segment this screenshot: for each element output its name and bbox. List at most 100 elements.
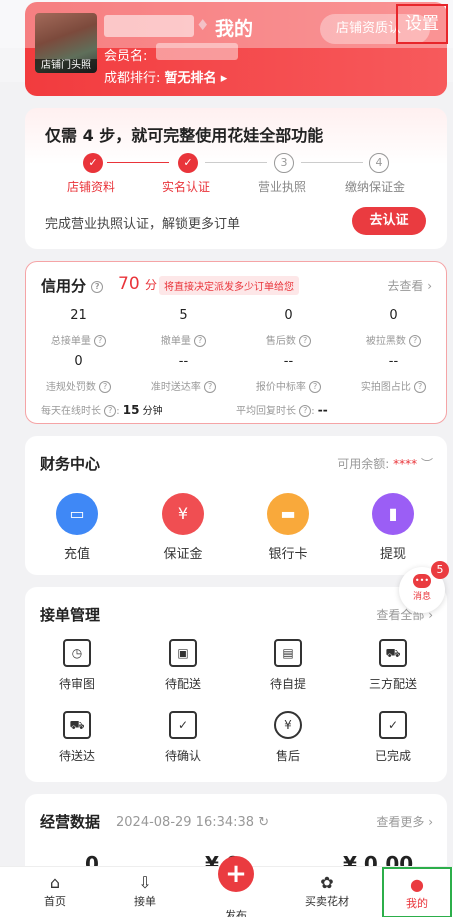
box-icon: ▣ (169, 639, 197, 667)
order-aftersale[interactable]: ¥ 售后 (248, 711, 328, 764)
credit-more-link[interactable]: 去查看 › (387, 277, 432, 294)
package-icon: ▤ (274, 639, 302, 667)
tab-home[interactable]: ⌂ 首页 (20, 867, 90, 917)
order-completed[interactable]: ✓ 已完成 (353, 711, 433, 764)
step-1-label: 店铺资料 (67, 180, 116, 194)
credit-title: 信用分 ? (41, 275, 104, 296)
tab-orders[interactable]: ⇩ 接单 (110, 867, 180, 917)
rank-value: 暂无排名 (164, 71, 217, 86)
help-icon[interactable]: ? (91, 280, 104, 293)
order-pending-review[interactable]: ◷ 待审图 (37, 639, 117, 692)
message-float-button[interactable]: ••• 消息 5 (399, 561, 449, 613)
balance[interactable]: 可用余额: **** ︶ (337, 455, 433, 472)
store-photo-label: 店铺门头照 (35, 59, 97, 73)
biz-title: 经营数据 (40, 813, 101, 831)
metric-penalties: 0 违规处罚数 ? (26, 354, 131, 393)
credit-score-card: 信用分 ? 70 分 将直接决定派发多少订单给您 去查看 › 21 总接单量 ? … (25, 261, 447, 424)
biz-more-link[interactable]: 查看更多 › (376, 813, 433, 830)
step-connector (301, 162, 363, 163)
metric-total-orders: 21 总接单量 ? (26, 308, 131, 347)
help-icon: ? (299, 405, 312, 417)
message-badge: 5 (431, 561, 449, 579)
step-2-label: 实名认证 (162, 180, 211, 194)
metric-ontime: -- 准时送达率 ? (131, 354, 236, 393)
message-label: 消息 (412, 592, 431, 602)
home-icon: ⌂ (49, 873, 61, 892)
deposit-button[interactable]: ¥ 保证金 (143, 493, 223, 562)
steps-title: 仅需 4 步，就可完整使用花娃全部功能 (45, 126, 324, 145)
biz-date: 2024-08-29 16:34:38 ↻ (116, 815, 270, 830)
steps-hint: 完成营业执照认证，解锁更多订单 (45, 217, 241, 232)
chevron-right-icon: ▸ (220, 71, 228, 86)
eye-closed-icon: ︶ (420, 457, 433, 471)
step-4-number: 4 (369, 153, 389, 173)
help-icon: ? (409, 335, 422, 347)
order-pending-confirm[interactable]: ✓ 待确认 (143, 711, 223, 764)
rank-row[interactable]: 成都排行: 暂无排名 ▸ (104, 67, 227, 86)
setup-steps-card: 仅需 4 步，就可完整使用花娃全部功能 ✓ ✓ 3 4 店铺资料 实名认证 营业… (25, 108, 447, 249)
step-connector (205, 162, 267, 163)
order-pending-delivery[interactable]: ▣ 待配送 (143, 639, 223, 692)
bank-card-button[interactable]: ▬ 银行卡 (248, 493, 328, 562)
help-icon: ? (309, 381, 322, 393)
wallet-icon: ▭ (56, 493, 98, 535)
verify-button[interactable]: 去认证 (352, 207, 426, 235)
reply-duration: 平均回复时长 ?: -- (236, 403, 328, 417)
help-icon: ? (204, 381, 217, 393)
user-icon: ● (410, 875, 424, 894)
metric-bid-rate: -- 报价中标率 ? (236, 354, 341, 393)
tab-mine[interactable]: ● 我的 (382, 867, 452, 917)
orders-title: 接单管理 (40, 606, 101, 624)
withdraw-icon: ▮ (372, 493, 414, 535)
metric-blacklisted: 0 被拉黑数 ? (341, 308, 446, 347)
help-icon: ? (99, 381, 112, 393)
order-pending-pickup[interactable]: ▤ 待自提 (248, 639, 328, 692)
document-check-icon: ✓ (169, 711, 197, 739)
bank-card-icon: ▬ (267, 493, 309, 535)
step-3-number: 3 (274, 153, 294, 173)
order-in-transit[interactable]: ⛟ 待送达 (37, 711, 117, 764)
metric-photo-ratio: -- 实拍图占比 ? (341, 354, 446, 393)
step-1-check-icon: ✓ (83, 153, 103, 173)
rank-label: 成都排行: (104, 71, 161, 86)
document-clock-icon: ◷ (63, 639, 91, 667)
store-photo[interactable]: 店铺门头照 (35, 13, 97, 73)
chat-bubble-icon: ••• (413, 574, 431, 588)
tab-flower-market[interactable]: ✿ 买卖花材 (292, 867, 362, 917)
recharge-button[interactable]: ▭ 充值 (37, 493, 117, 562)
refund-icon: ¥ (274, 711, 302, 739)
refresh-icon: ↻ (258, 815, 270, 830)
help-icon: ? (414, 381, 427, 393)
flower-icon: ✿ (320, 873, 334, 892)
store-name-redacted (104, 15, 194, 37)
step-4-label: 缴纳保证金 (345, 180, 406, 194)
diamond-icon: ♦ (196, 16, 210, 34)
member-label: 会员名: (104, 49, 148, 64)
clipboard-check-icon: ✓ (379, 711, 407, 739)
deposit-icon: ¥ (162, 493, 204, 535)
finance-title: 财务中心 (40, 455, 101, 473)
finance-card: 财务中心 可用余额: **** ︶ ▭ 充值 ¥ 保证金 ▬ 银行卡 ▮ 提现 (25, 436, 447, 575)
metric-aftersale: 0 售后数 ? (236, 308, 341, 347)
truck-icon: ⛟ (379, 639, 407, 667)
publish-plus-icon[interactable]: + (218, 856, 254, 892)
settings-button[interactable]: 设置 (396, 4, 448, 44)
order-download-icon: ⇩ (138, 873, 152, 892)
page-title: 我的 (215, 18, 254, 40)
help-icon: ? (94, 335, 107, 347)
step-2-check-icon: ✓ (178, 153, 198, 173)
withdraw-button[interactable]: ▮ 提现 (353, 493, 433, 562)
online-duration: 每天在线时长 ?: 15 分钟 (41, 403, 163, 417)
step-3-label: 营业执照 (258, 180, 307, 194)
order-third-party[interactable]: ⛟ 三方配送 (353, 639, 433, 692)
orders-card: 接单管理 查看全部 › ◷ 待审图 ▣ 待配送 ▤ 待自提 ⛟ 三方配送 ⛟ 待送达 ✓ 待… (25, 587, 447, 782)
help-icon: ? (104, 405, 117, 417)
truck-icon: ⛟ (63, 711, 91, 739)
metric-cancelled: 5 撤单量 ? (131, 308, 236, 347)
help-icon: ? (299, 335, 312, 347)
credit-tag: 将直接决定派发多少订单给您 (159, 276, 299, 295)
step-connector (107, 162, 169, 163)
credit-score: 70 分 (118, 274, 158, 294)
help-icon: ? (194, 335, 207, 347)
member-name-redacted (156, 43, 238, 60)
